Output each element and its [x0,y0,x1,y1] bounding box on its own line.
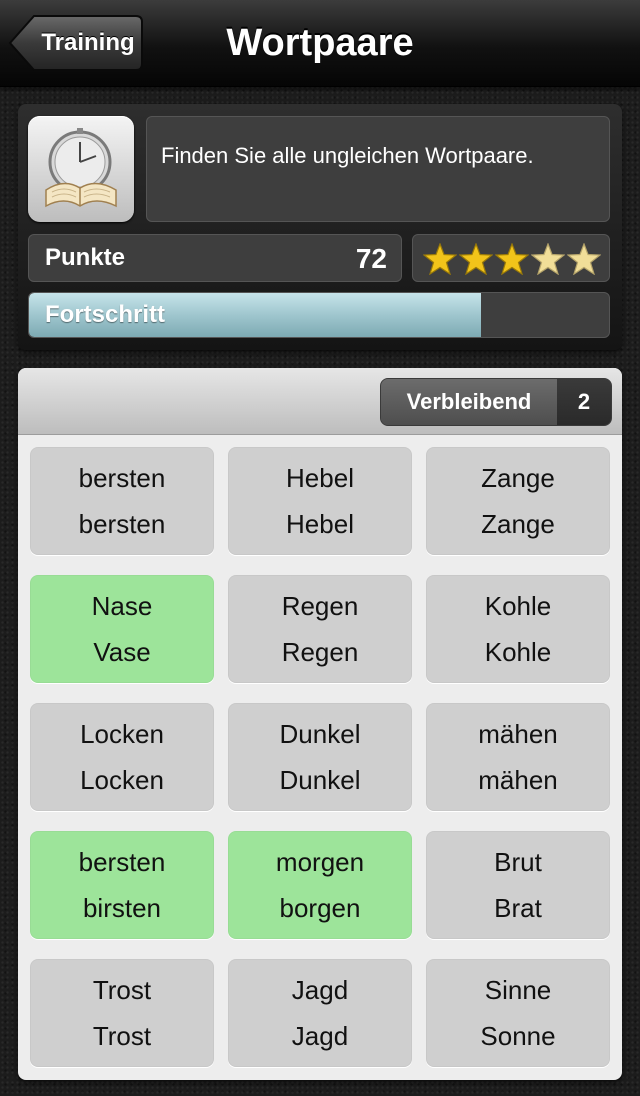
back-button-label: Training [41,29,135,56]
word-top: Brut [494,847,542,877]
word-top: Locken [80,719,164,749]
word-bottom: Locken [80,765,164,795]
word-pair-card[interactable]: Brut Brat [426,831,610,939]
word-pair-card[interactable]: Trost Trost [30,959,214,1067]
star-filled-icon [495,243,529,275]
word-top: bersten [78,463,166,493]
game-panel: Verbleibend 2 bersten bersten Hebel Hebel Za… [18,368,622,1080]
star-light-icon [567,243,601,275]
score-box: Punkte 72 [28,234,402,282]
word-top: Hebel [286,463,354,493]
word-top: mähen [478,719,558,749]
word-bottom: Trost [92,1021,152,1051]
navigation-bar: Training Wortpaare [0,0,640,87]
score-value: 72 [355,243,387,274]
word-pair-card[interactable]: bersten bersten [30,447,214,555]
word-bottom: Vase [93,637,151,667]
word-top: Sinne [484,975,552,1005]
word-top: Kohle [484,591,552,621]
word-pair-card[interactable]: Jagd Jagd [228,959,412,1067]
progress-bar: Fortschritt [28,292,610,338]
clock-book-icon [28,116,134,222]
word-pair-card[interactable]: Regen Regen [228,575,412,683]
word-top: Zange [481,463,555,493]
star-rating [412,234,610,282]
word-pair-card[interactable]: bersten birsten [30,831,214,939]
description-box: Finden Sie alle ungleichen Wortpaare. [146,116,610,222]
word-pair-card[interactable]: Kohle Kohle [426,575,610,683]
word-bottom: Zange [481,509,555,539]
task-description: Finden Sie alle ungleichen Wortpaare. [161,143,534,168]
word-top: morgen [275,847,365,877]
word-bottom: Sonne [480,1021,556,1051]
star-filled-icon [423,243,457,275]
word-pair-grid: bersten bersten Hebel Hebel Zange Zange Nase Va… [18,435,622,1080]
remaining-label: Verbleibend [381,379,557,425]
word-pair-card[interactable]: morgen borgen [228,831,412,939]
remaining-value: 2 [557,379,611,425]
word-bottom: Regen [281,637,359,667]
word-top: Regen [281,591,359,621]
page-title: Wortpaare [226,22,414,64]
word-bottom: borgen [279,893,361,923]
back-button[interactable]: Training [8,14,144,72]
info-panel: Finden Sie alle ungleichen Wortpaare. Pu… [18,104,622,350]
word-bottom: mähen [478,765,558,795]
word-top: Jagd [291,975,349,1005]
remaining-counter: Verbleibend 2 [380,378,612,426]
word-bottom: birsten [82,893,162,923]
word-top: Dunkel [279,719,361,749]
word-pair-card[interactable]: Nase Vase [30,575,214,683]
word-bottom: Hebel [286,509,354,539]
word-pair-card[interactable]: Zange Zange [426,447,610,555]
word-bottom: Kohle [484,637,552,667]
word-bottom: bersten [78,509,166,539]
word-bottom: Jagd [291,1021,349,1051]
word-top: Nase [91,591,153,621]
word-pair-card[interactable]: Sinne Sonne [426,959,610,1067]
word-pair-card[interactable]: Locken Locken [30,703,214,811]
star-light-icon [531,243,565,275]
star-filled-icon [459,243,493,275]
word-pair-card[interactable]: Hebel Hebel [228,447,412,555]
word-pair-card[interactable]: Dunkel Dunkel [228,703,412,811]
word-bottom: Brat [494,893,542,923]
progress-label: Fortschritt [45,301,165,328]
word-bottom: Dunkel [279,765,361,795]
word-pair-card[interactable]: mähen mähen [426,703,610,811]
word-top: Trost [92,975,152,1005]
score-label: Punkte [45,244,126,271]
word-top: bersten [78,847,166,877]
game-header: Verbleibend 2 [18,368,622,435]
